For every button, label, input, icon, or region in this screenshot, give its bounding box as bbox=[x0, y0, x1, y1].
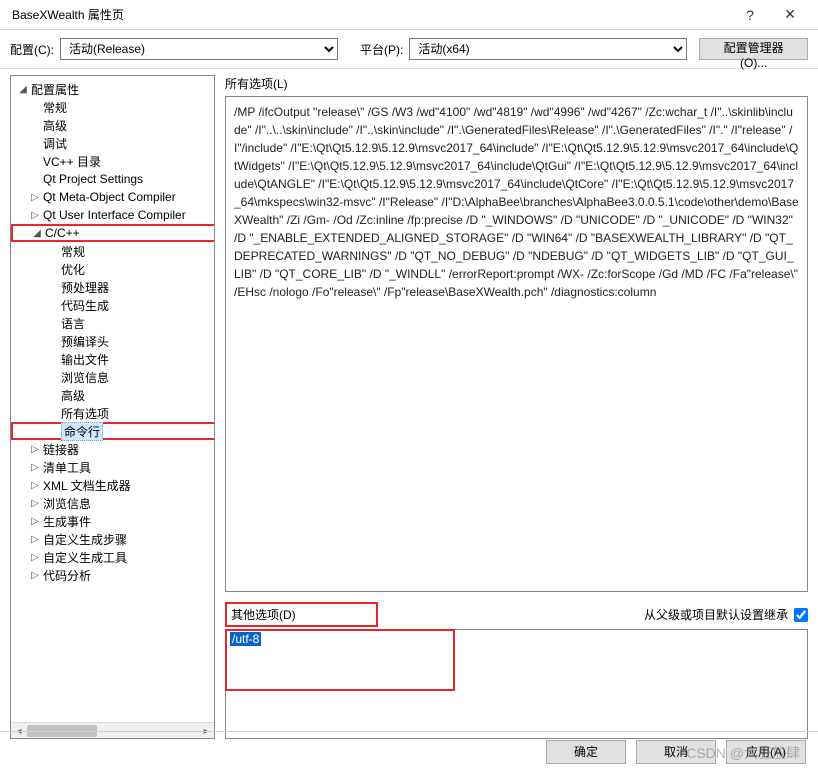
config-manager-button[interactable]: 配置管理器(O)... bbox=[699, 38, 808, 60]
tree-general[interactable]: 常规 bbox=[11, 98, 215, 116]
tree-ccpp-lang[interactable]: 语言 bbox=[11, 314, 215, 332]
tree-codeanalysis[interactable]: ▷代码分析 bbox=[11, 566, 215, 584]
tree-custombuildstep[interactable]: ▷自定义生成步骤 bbox=[11, 530, 215, 548]
window-title: BaseXWealth 属性页 bbox=[8, 6, 730, 23]
ok-button[interactable]: 确定 bbox=[546, 740, 626, 764]
other-options-input[interactable]: /utf-8 bbox=[225, 629, 808, 739]
tree-qt-uic[interactable]: ▷Qt User Interface Compiler bbox=[11, 206, 215, 224]
tree-debug[interactable]: 调试 bbox=[11, 134, 215, 152]
collapse-icon[interactable]: ◢ bbox=[31, 228, 43, 239]
expand-icon[interactable]: ▷ bbox=[29, 552, 41, 563]
titlebar: BaseXWealth 属性页 ? ✕ bbox=[0, 0, 818, 30]
tree-buildevents[interactable]: ▷生成事件 bbox=[11, 512, 215, 530]
inherit-label: 从父级或项目默认设置继承 bbox=[644, 606, 788, 623]
apply-button[interactable]: 应用(A) bbox=[726, 740, 806, 764]
tree-ccpp-browse[interactable]: 浏览信息 bbox=[11, 368, 215, 386]
expand-icon[interactable]: ▷ bbox=[29, 444, 41, 455]
config-label: 配置(C): bbox=[10, 41, 54, 58]
tree-ccpp-opt[interactable]: 优化 bbox=[11, 260, 215, 278]
help-button[interactable]: ? bbox=[730, 7, 770, 23]
inherit-checkbox[interactable] bbox=[794, 608, 808, 622]
tree-ccpp-pch[interactable]: 预编译头 bbox=[11, 332, 215, 350]
expand-icon[interactable]: ▷ bbox=[29, 480, 41, 491]
expand-icon[interactable]: ▷ bbox=[29, 570, 41, 581]
collapse-icon[interactable]: ◢ bbox=[17, 84, 29, 95]
tree-linker[interactable]: ▷链接器 bbox=[11, 440, 215, 458]
platform-select[interactable]: 活动(x64) bbox=[409, 38, 687, 60]
tree-ccpp-adv[interactable]: 高级 bbox=[11, 386, 215, 404]
toolbar: 配置(C): 活动(Release) 平台(P): 活动(x64) 配置管理器(… bbox=[0, 30, 818, 69]
tree-xmldoc[interactable]: ▷XML 文档生成器 bbox=[11, 476, 215, 494]
tree-custombuildtool[interactable]: ▷自定义生成工具 bbox=[11, 548, 215, 566]
footer: 确定 取消 应用(A) bbox=[0, 731, 818, 771]
tree-qt-moc[interactable]: ▷Qt Meta-Object Compiler bbox=[11, 188, 215, 206]
expand-icon[interactable]: ▷ bbox=[29, 516, 41, 527]
expand-icon[interactable]: ▷ bbox=[29, 534, 41, 545]
tree-browseinfo[interactable]: ▷浏览信息 bbox=[11, 494, 215, 512]
expand-icon[interactable]: ▷ bbox=[29, 498, 41, 509]
tree-panel[interactable]: ◢配置属性 常规 高级 调试 VC++ 目录 Qt Project Settin… bbox=[10, 75, 215, 739]
other-options-label: 其他选项(D) bbox=[231, 608, 296, 622]
tree-qt-project[interactable]: Qt Project Settings bbox=[11, 170, 215, 188]
tree-ccpp[interactable]: ◢C/C++ bbox=[11, 224, 215, 242]
all-options-label: 所有选项(L) bbox=[225, 75, 808, 92]
close-button[interactable]: ✕ bbox=[770, 6, 810, 23]
expand-icon[interactable]: ▷ bbox=[29, 192, 41, 203]
tree-vcdirs[interactable]: VC++ 目录 bbox=[11, 152, 215, 170]
expand-icon[interactable]: ▷ bbox=[29, 462, 41, 473]
tree-ccpp-general[interactable]: 常规 bbox=[11, 242, 215, 260]
config-select[interactable]: 活动(Release) bbox=[60, 38, 338, 60]
expand-icon[interactable]: ▷ bbox=[29, 210, 41, 221]
tree-ccpp-allopts[interactable]: 所有选项 bbox=[11, 404, 215, 422]
tree-advanced[interactable]: 高级 bbox=[11, 116, 215, 134]
tree-manifest[interactable]: ▷清单工具 bbox=[11, 458, 215, 476]
tree-root[interactable]: ◢配置属性 bbox=[11, 80, 215, 98]
tree-ccpp-cmdline[interactable]: 命令行 bbox=[11, 422, 215, 440]
tree-ccpp-pre[interactable]: 预处理器 bbox=[11, 278, 215, 296]
tree-ccpp-codegen[interactable]: 代码生成 bbox=[11, 296, 215, 314]
platform-label: 平台(P): bbox=[360, 41, 403, 58]
all-options-text[interactable]: /MP /ifcOutput "release\" /GS /W3 /wd"41… bbox=[225, 96, 808, 592]
tree-ccpp-output[interactable]: 输出文件 bbox=[11, 350, 215, 368]
cancel-button[interactable]: 取消 bbox=[636, 740, 716, 764]
